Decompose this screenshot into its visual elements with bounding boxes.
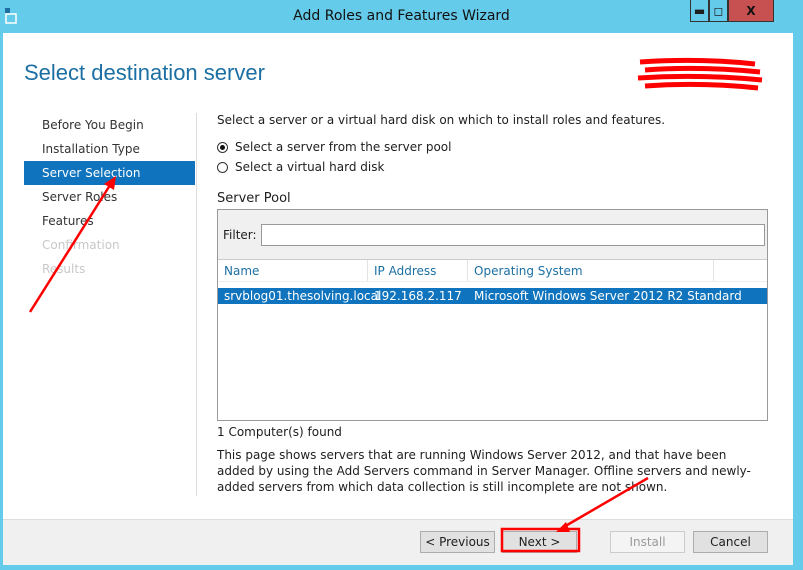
nav-server-selection[interactable]: Server Selection xyxy=(24,161,195,185)
button-bar: < Previous Next > Install Cancel xyxy=(3,519,793,565)
radio-label: Select a server from the server pool xyxy=(235,140,452,154)
cell-ip: 192.168.2.117 xyxy=(374,289,462,303)
close-button[interactable]: X xyxy=(728,0,774,22)
table-row[interactable]: srvblog01.thesolving.local 192.168.2.117… xyxy=(218,288,767,304)
radio-selected-icon xyxy=(217,141,228,153)
wizard-content: Select destination server Before You Beg… xyxy=(3,33,793,565)
column-name[interactable]: Name xyxy=(218,260,368,281)
found-count: 1 Computer(s) found xyxy=(217,425,342,439)
cell-os: Microsoft Windows Server 2012 R2 Standar… xyxy=(474,289,742,303)
server-pool-label: Server Pool xyxy=(217,191,291,206)
nav-results: Results xyxy=(42,262,86,276)
page-title: Select destination server xyxy=(24,60,265,85)
title-bar: Add Roles and Features Wizard ▬ ◻ X xyxy=(0,0,803,33)
radio-virtual-hard-disk[interactable]: Select a virtual hard disk xyxy=(217,157,769,177)
column-ip-address[interactable]: IP Address xyxy=(368,260,468,281)
divider xyxy=(196,113,197,496)
table-header: Name IP Address Operating System xyxy=(218,260,767,282)
nav-features[interactable]: Features xyxy=(24,209,195,233)
filter-input[interactable] xyxy=(260,223,765,246)
radio-server-pool[interactable]: Select a server from the server pool xyxy=(217,137,769,157)
nav-confirmation: Confirmation xyxy=(42,238,120,252)
maximize-button[interactable]: ◻ xyxy=(709,0,728,22)
cancel-button[interactable]: Cancel xyxy=(693,531,768,553)
description-text: This page shows servers that are running… xyxy=(217,448,751,494)
nav-server-roles[interactable]: Server Roles xyxy=(24,185,195,209)
nav-installation-type[interactable]: Installation Type xyxy=(24,137,195,161)
previous-button[interactable]: < Previous xyxy=(420,531,495,553)
server-pool-panel: Filter: Name IP Address Operating System… xyxy=(217,209,768,421)
column-operating-system[interactable]: Operating System xyxy=(468,260,714,281)
radio-label: Select a virtual hard disk xyxy=(235,160,385,174)
install-button: Install xyxy=(610,531,685,553)
instruction-text: Select a server or a virtual hard disk o… xyxy=(217,113,666,127)
window-title: Add Roles and Features Wizard xyxy=(293,8,510,24)
next-button[interactable]: Next > xyxy=(502,531,577,553)
radio-unselected-icon xyxy=(217,161,228,173)
filter-label: Filter: xyxy=(223,227,257,242)
minimize-button[interactable]: ▬ xyxy=(690,0,709,22)
cell-name: srvblog01.thesolving.local xyxy=(224,289,382,303)
wizard-nav: Before You Begin Installation Type Serve… xyxy=(24,113,195,281)
nav-before-you-begin[interactable]: Before You Begin xyxy=(24,113,195,137)
